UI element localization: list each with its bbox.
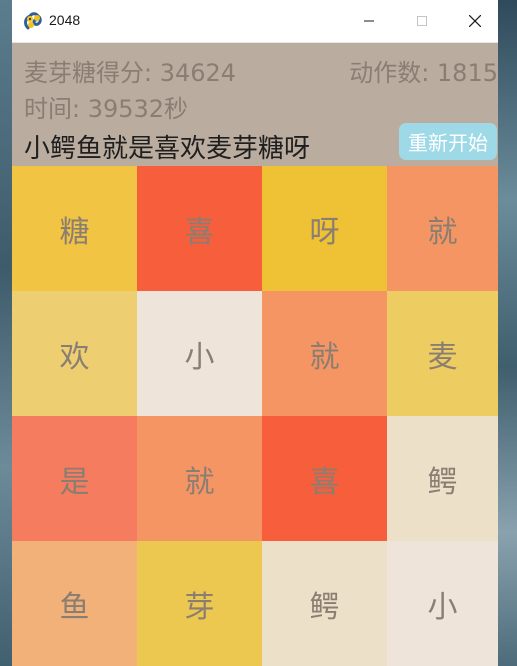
tile: 麦 [387, 291, 498, 416]
tile: 就 [137, 416, 262, 541]
close-icon [469, 15, 481, 27]
tile: 呀 [262, 166, 387, 291]
desktop-background-left [0, 0, 12, 666]
game-header: 麦芽糖得分: 34624 动作数: 1815 时间: 39532秒 小鳄鱼就是喜… [12, 43, 498, 166]
moves-display: 动作数: 1815 [349, 59, 498, 87]
tile: 小 [387, 541, 498, 666]
game-window: 2048 麦芽糖得分: 34624 动作数: 1815 时间: 39532秒 小… [12, 0, 498, 666]
tile: 芽 [137, 541, 262, 666]
tile: 鱼 [12, 541, 137, 666]
tile: 鳄 [262, 541, 387, 666]
minimize-button[interactable] [346, 0, 392, 42]
tile: 小 [137, 291, 262, 416]
minimize-icon [364, 20, 374, 22]
pygame-snake-icon [22, 10, 44, 32]
desktop-background-right [498, 0, 517, 666]
tile: 就 [262, 291, 387, 416]
slogan-text: 小鳄鱼就是喜欢麦芽糖呀 [24, 134, 311, 164]
restart-button[interactable]: 重新开始 [399, 123, 497, 160]
tile: 欢 [12, 291, 137, 416]
tile: 喜 [137, 166, 262, 291]
time-display: 时间: 39532秒 [24, 95, 189, 123]
tile: 就 [387, 166, 498, 291]
tile: 糖 [12, 166, 137, 291]
score-display: 麦芽糖得分: 34624 [24, 59, 237, 87]
tile: 鳄 [387, 416, 498, 541]
maximize-button[interactable] [399, 0, 445, 42]
game-board[interactable]: 糖 喜 呀 就 欢 小 就 麦 是 就 喜 鳄 鱼 芽 鳄 小 [12, 166, 498, 666]
close-button[interactable] [452, 0, 498, 42]
window-title: 2048 [49, 12, 81, 28]
tile: 喜 [262, 416, 387, 541]
maximize-icon [417, 16, 427, 26]
tile: 是 [12, 416, 137, 541]
title-bar[interactable]: 2048 [12, 0, 498, 43]
